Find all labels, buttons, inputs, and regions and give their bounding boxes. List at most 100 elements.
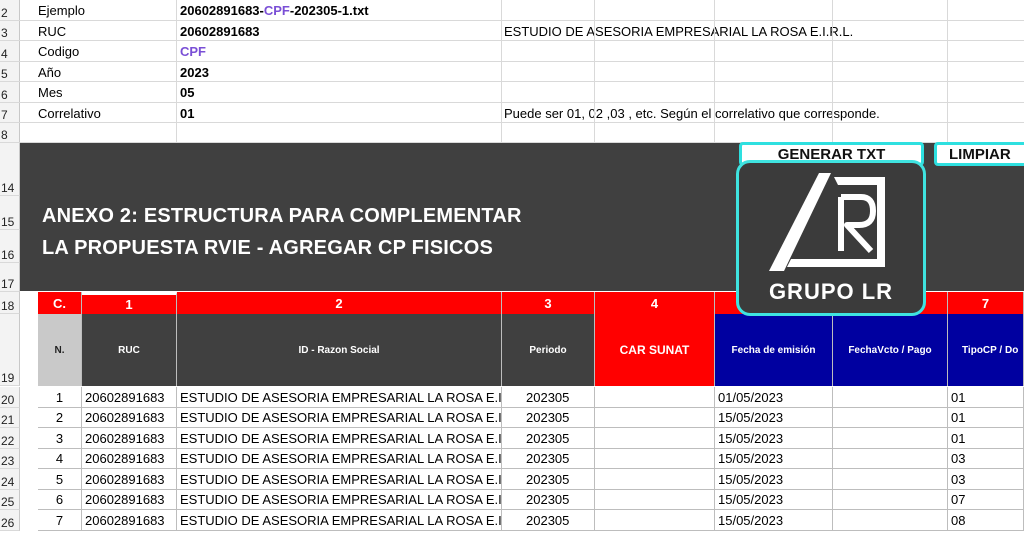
cell-fecha-emision[interactable]: 15/05/2023	[715, 428, 833, 449]
cell-tipo-cp[interactable]: 08	[948, 510, 1024, 531]
cell-fecha-emision[interactable]: 15/05/2023	[715, 408, 833, 428]
row-number[interactable]: 15	[0, 196, 20, 230]
cell-razon-social[interactable]: ESTUDIO DE ASESORIA EMPRESARIAL LA ROSA …	[177, 387, 502, 408]
cell-fecha-emision[interactable]: 15/05/2023	[715, 469, 833, 490]
codigo-value[interactable]: CPF	[180, 41, 500, 62]
col-header-periodo[interactable]: Periodo	[502, 314, 595, 386]
ruc-value[interactable]: 20602891683	[180, 21, 500, 41]
clear-button[interactable]: LIMPIAR	[934, 142, 1024, 166]
cell-n[interactable]: 3	[38, 428, 82, 449]
cell-razon-social[interactable]: ESTUDIO DE ASESORIA EMPRESARIAL LA ROSA …	[177, 490, 502, 510]
row-number[interactable]: 23	[0, 449, 20, 469]
cell-tipo-cp[interactable]: 03	[948, 449, 1024, 469]
cell-periodo[interactable]: 202305	[502, 428, 595, 449]
cell-car-sunat[interactable]	[595, 469, 715, 490]
cell-n[interactable]: 7	[38, 510, 82, 531]
cell-fecha-vcto[interactable]	[833, 449, 948, 469]
col-number-2[interactable]: 2	[177, 292, 502, 314]
cell-n[interactable]: 2	[38, 408, 82, 428]
cell-fecha-vcto[interactable]	[833, 408, 948, 428]
cell-ruc[interactable]: 20602891683	[82, 428, 177, 449]
label-ejemplo[interactable]: Ejemplo	[38, 0, 178, 21]
row-number[interactable]: 8	[0, 123, 20, 143]
row-number[interactable]: 26	[0, 510, 20, 531]
cell-car-sunat[interactable]	[595, 428, 715, 449]
cell-car-sunat[interactable]	[595, 510, 715, 531]
col-header-razon-social[interactable]: ID - Razon Social	[177, 314, 502, 386]
col-number-c[interactable]: C.	[38, 292, 82, 314]
col-number-4[interactable]: 4	[595, 292, 715, 314]
cell-periodo[interactable]: 202305	[502, 408, 595, 428]
cell-razon-social[interactable]: ESTUDIO DE ASESORIA EMPRESARIAL LA ROSA …	[177, 408, 502, 428]
cell-car-sunat[interactable]	[595, 387, 715, 408]
row-number[interactable]: 16	[0, 230, 20, 263]
cell-razon-social[interactable]: ESTUDIO DE ASESORIA EMPRESARIAL LA ROSA …	[177, 510, 502, 531]
cell-car-sunat[interactable]	[595, 449, 715, 469]
col-header-n[interactable]: N.	[38, 314, 82, 386]
label-mes[interactable]: Mes	[38, 82, 178, 103]
cell-fecha-emision[interactable]: 01/05/2023	[715, 387, 833, 408]
anio-value[interactable]: 2023	[180, 62, 500, 82]
col-header-tipo-cp[interactable]: TipoCP / Do	[948, 314, 1024, 386]
cell-n[interactable]: 6	[38, 490, 82, 510]
cell-car-sunat[interactable]	[595, 408, 715, 428]
row-number[interactable]: 6	[0, 82, 20, 103]
cell-fecha-emision[interactable]: 15/05/2023	[715, 510, 833, 531]
cell-periodo[interactable]: 202305	[502, 510, 595, 531]
row-number[interactable]: 20	[0, 387, 20, 408]
row-number[interactable]: 21	[0, 408, 20, 428]
cell-fecha-emision[interactable]: 15/05/2023	[715, 490, 833, 510]
row-number[interactable]: 24	[0, 469, 20, 490]
row-number[interactable]: 14	[0, 143, 20, 196]
row-number[interactable]: 7	[0, 103, 20, 123]
cell-tipo-cp[interactable]: 03	[948, 469, 1024, 490]
cell-tipo-cp[interactable]: 01	[948, 387, 1024, 408]
cell-ruc[interactable]: 20602891683	[82, 490, 177, 510]
row-number[interactable]: 18	[0, 292, 20, 314]
cell-fecha-vcto[interactable]	[833, 428, 948, 449]
label-codigo[interactable]: Codigo	[38, 41, 178, 62]
cell-razon-social[interactable]: ESTUDIO DE ASESORIA EMPRESARIAL LA ROSA …	[177, 428, 502, 449]
mes-value[interactable]: 05	[180, 82, 500, 103]
row-number[interactable]: 25	[0, 490, 20, 510]
cell-fecha-vcto[interactable]	[833, 469, 948, 490]
cell-ruc[interactable]: 20602891683	[82, 510, 177, 531]
row-number[interactable]: 2	[0, 0, 20, 21]
cell-razon-social[interactable]: ESTUDIO DE ASESORIA EMPRESARIAL LA ROSA …	[177, 449, 502, 469]
correlativo-value[interactable]: 01	[180, 103, 500, 123]
cell-fecha-vcto[interactable]	[833, 490, 948, 510]
cell-fecha-vcto[interactable]	[833, 510, 948, 531]
cell-ruc[interactable]: 20602891683	[82, 387, 177, 408]
grupo-lr-logo[interactable]: GRUPO LR	[736, 160, 926, 316]
col-header-ruc[interactable]: RUC	[82, 314, 177, 386]
col-header-fecha-emision[interactable]: Fecha de emisión	[715, 314, 833, 386]
cell-tipo-cp[interactable]: 01	[948, 408, 1024, 428]
label-anio[interactable]: Año	[38, 62, 178, 82]
col-header-fecha-vcto[interactable]: FechaVcto / Pago	[833, 314, 948, 386]
cell-car-sunat[interactable]	[595, 490, 715, 510]
cell-periodo[interactable]: 202305	[502, 469, 595, 490]
cell-ruc[interactable]: 20602891683	[82, 469, 177, 490]
cell-n[interactable]: 4	[38, 449, 82, 469]
col-number-3[interactable]: 3	[502, 292, 595, 314]
cell-fecha-vcto[interactable]	[833, 387, 948, 408]
col-number-1[interactable]: 1	[82, 292, 177, 314]
cell-fecha-emision[interactable]: 15/05/2023	[715, 449, 833, 469]
row-number[interactable]: 4	[0, 41, 20, 62]
cell-n[interactable]: 1	[38, 387, 82, 408]
cell-periodo[interactable]: 202305	[502, 387, 595, 408]
label-ruc[interactable]: RUC	[38, 21, 178, 41]
cell-tipo-cp[interactable]: 07	[948, 490, 1024, 510]
cell-razon-social[interactable]: ESTUDIO DE ASESORIA EMPRESARIAL LA ROSA …	[177, 469, 502, 490]
cell-periodo[interactable]: 202305	[502, 490, 595, 510]
row-number[interactable]: 22	[0, 428, 20, 449]
row-number[interactable]: 5	[0, 62, 20, 82]
cell-ruc[interactable]: 20602891683	[82, 449, 177, 469]
col-number-7[interactable]: 7	[948, 292, 1024, 314]
cell-tipo-cp[interactable]: 01	[948, 428, 1024, 449]
row-number[interactable]: 17	[0, 263, 20, 292]
row-number[interactable]: 3	[0, 21, 20, 41]
col-header-car-sunat[interactable]: CAR SUNAT	[595, 314, 715, 386]
cell-n[interactable]: 5	[38, 469, 82, 490]
cell-periodo[interactable]: 202305	[502, 449, 595, 469]
